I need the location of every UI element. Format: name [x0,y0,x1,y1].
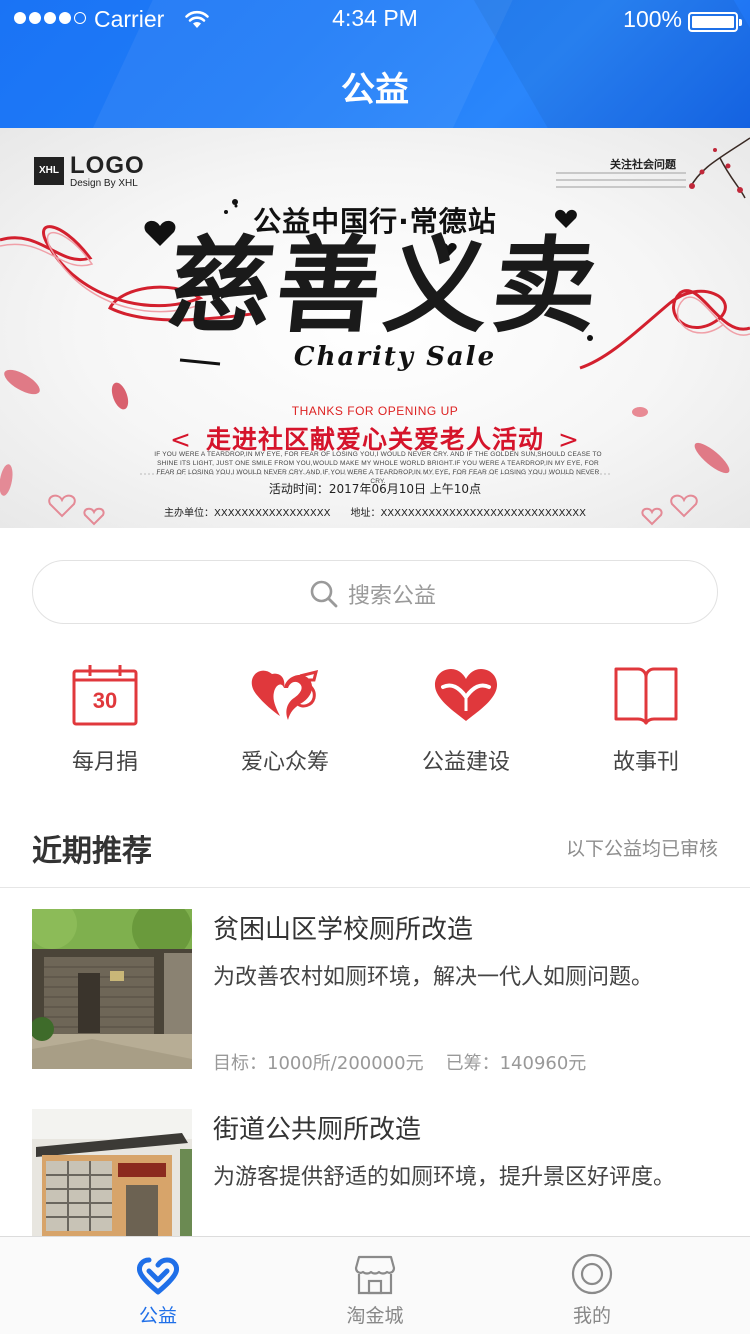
section-divider [0,887,750,888]
banner-calligraphy-title: 慈善义卖 [162,224,608,347]
search-icon [310,580,338,608]
banner-logo-text: LOGO [70,152,145,179]
banner-top-right-text: 关注社会问题 [610,158,676,171]
item-title: 贫困山区学校厕所改造 [213,915,474,945]
status-bar: Carrier 4:34 PM 100% [0,0,750,40]
tab-profile[interactable]: 我的 [502,1237,682,1334]
calendar-30-icon: 30 [72,665,138,726]
battery-percentage: 100% [623,6,682,32]
item-meta: 目标：1000所/200000元 已筹：140960元 [213,1049,586,1075]
page-title: 公益 [341,70,409,110]
banner-tiny-text-lines [556,172,686,193]
charity-banner[interactable]: XHL LOGO Design By XHL 关注社会问题 公益中国行·常德站 … [0,128,750,528]
love-crowdfund-icon [251,669,319,720]
tab-label: 淘金城 [346,1305,404,1327]
search-bar[interactable]: 搜索公益 [32,560,718,624]
item-thumbnail [32,909,192,1069]
item-raised: 已筹：140960元 [445,1053,587,1074]
banner-logo-subtitle: Design By XHL [70,178,138,189]
item-target: 目标：1000所/200000元 [213,1053,424,1074]
category-charity-construction[interactable]: 公益建设 [376,664,556,776]
banner-english-title: Charity Sale [293,342,497,372]
category-story-journal[interactable]: 故事刊 [556,664,736,776]
charity-heart-icon [137,1257,179,1295]
item-title: 街道公共厕所改造 [213,1115,422,1145]
banner-logo-mark: XHL [34,157,64,185]
heart-hands-icon [434,669,498,721]
tab-gold-city[interactable]: 淘金城 [285,1237,465,1334]
shop-icon [354,1255,396,1295]
list-item[interactable]: 贫困山区学校厕所改造 为改善农村如厕环境，解决一代人如厕问题。 目标：1000所… [0,909,750,1074]
category-label: 公益建设 [421,750,510,775]
category-label: 每月捐 [71,750,138,775]
category-monthly-donation[interactable]: 30 每月捐 [15,664,195,776]
category-label: 故事刊 [612,750,679,775]
tab-charity[interactable]: 公益 [68,1237,248,1334]
tab-bar: 公益 淘金城 我的 [0,1236,750,1334]
tab-label: 我的 [572,1305,611,1327]
calendar-day: 30 [93,688,117,713]
battery-icon [688,12,742,32]
category-label: 爱心众筹 [240,750,329,775]
banner-host-address: 主办单位：XXXXXXXXXXXXXXXXX 地址：XXXXXXXXXXXXXX… [164,508,586,519]
section-title: 近期推荐 [32,834,152,869]
item-description: 为游客提供舒适的如厕环境，提升景区好评度。 [213,1165,676,1190]
navigation-header: Carrier 4:34 PM 100% 公益 [0,0,750,128]
profile-circle-icon [571,1253,613,1295]
item-description: 为改善农村如厕环境，解决一代人如厕问题。 [213,965,654,990]
banner-thanks-text: THANKS FOR OPENING UP [291,404,459,418]
section-note: 以下公益均已审核 [565,838,718,860]
category-love-crowdfunding[interactable]: 爱心众筹 [195,664,375,776]
search-placeholder: 搜索公益 [348,584,437,609]
banner-event-date: 活动时间：2017年06月10日 上午10点 [268,482,482,496]
tab-label: 公益 [138,1305,177,1327]
book-icon [614,667,678,725]
